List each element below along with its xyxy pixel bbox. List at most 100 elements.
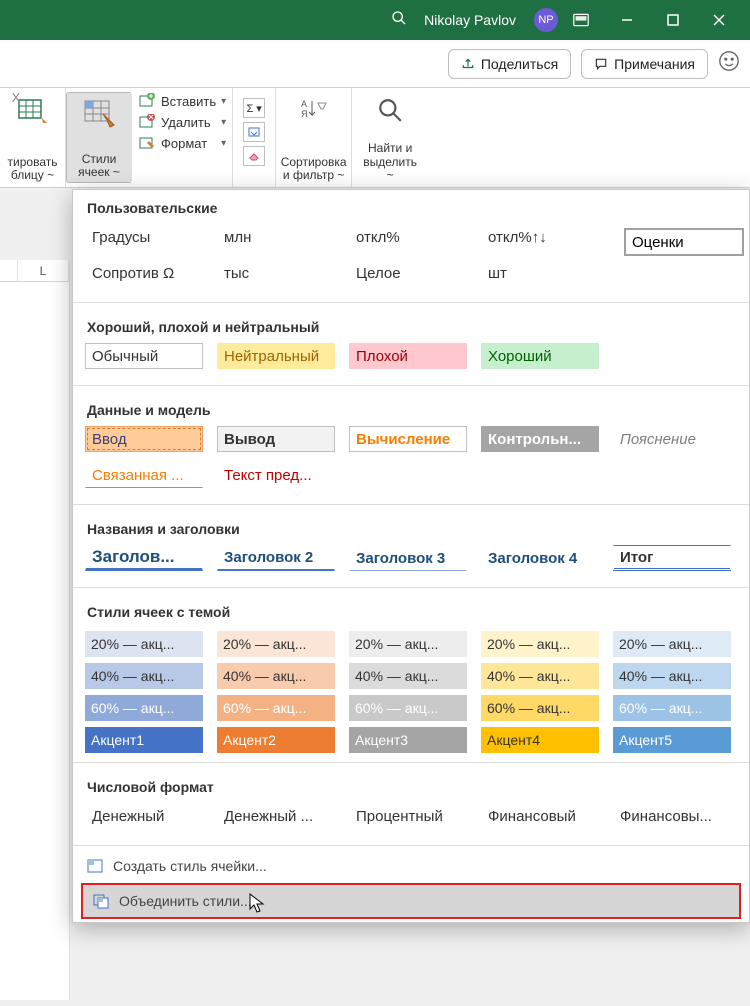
sheet-column-area: L [0, 260, 70, 1000]
style-item[interactable]: тыс [217, 260, 335, 286]
title-bar: Nikolay Pavlov NP [0, 0, 750, 40]
fill-button[interactable] [243, 122, 265, 142]
merge-styles-action[interactable]: Объединить стили... [81, 883, 741, 919]
format-table-label: тировать блицу ~ [8, 156, 58, 182]
delete-label: Удалить [161, 115, 211, 130]
style-item[interactable]: Сопротив Ω [85, 260, 203, 286]
style-themed-item[interactable]: 40% — акц... [349, 663, 467, 689]
style-item[interactable]: Целое [349, 260, 467, 286]
ribbon-display-icon[interactable] [558, 0, 604, 40]
cell-styles-button[interactable]: Стили ячеек ~ [66, 92, 132, 183]
style-preview-ocenki[interactable]: Оценки [624, 228, 744, 256]
feedback-icon[interactable] [718, 50, 740, 78]
style-themed-item[interactable]: 20% — акц... [613, 631, 731, 657]
style-currency[interactable]: Денежный [85, 803, 203, 829]
style-heading1[interactable]: Заголов... [85, 545, 203, 571]
minimize-icon[interactable] [604, 0, 650, 40]
style-themed-item[interactable]: 40% — акц... [217, 663, 335, 689]
sort-filter-button[interactable]: АЯ Сортировка и фильтр ~ [276, 88, 352, 187]
create-style-label: Создать стиль ячейки... [113, 858, 267, 874]
style-item[interactable]: Градусы [85, 224, 203, 250]
column-header-L[interactable]: L [18, 260, 69, 281]
user-avatar[interactable]: NP [534, 8, 558, 32]
style-currency0[interactable]: Денежный ... [217, 803, 335, 829]
style-calculation[interactable]: Вычисление [349, 426, 467, 452]
style-good[interactable]: Хороший [481, 343, 599, 369]
style-themed-item[interactable]: 40% — акц... [481, 663, 599, 689]
style-themed-item[interactable]: 20% — акц... [85, 631, 203, 657]
section-themed: Стили ячеек с темой [73, 594, 749, 628]
section-gbn: Хороший, плохой и нейтральный [73, 309, 749, 343]
maximize-icon[interactable] [650, 0, 696, 40]
new-style-icon [87, 858, 105, 874]
chevron-down-icon: ▾ [221, 96, 226, 107]
style-item[interactable]: откл%↑↓ [481, 224, 599, 250]
style-output[interactable]: Вывод [217, 426, 335, 452]
share-button[interactable]: Поделиться [448, 49, 571, 79]
delete-cells-button[interactable]: Удалить ▾ [138, 113, 226, 131]
ribbon: тировать блицу ~ Стили ячеек ~ Вставить▾… [0, 88, 750, 188]
cancel-edit-icon[interactable]: X [6, 90, 26, 105]
svg-text:А: А [301, 99, 307, 109]
style-heading4[interactable]: Заголовок 4 [481, 545, 599, 571]
section-custom: Пользовательские [73, 190, 749, 224]
cell-styles-label: Стили ячеек ~ [78, 153, 120, 179]
format-label: Формат [161, 136, 207, 151]
close-icon[interactable] [696, 0, 742, 40]
style-themed-item[interactable]: 60% — акц... [349, 695, 467, 721]
comments-button[interactable]: Примечания [581, 49, 708, 79]
insert-cells-button[interactable]: Вставить▾ [138, 92, 226, 110]
style-item[interactable]: откл% [349, 224, 467, 250]
style-themed-item[interactable]: 60% — акц... [217, 695, 335, 721]
search-icon[interactable] [386, 10, 412, 31]
create-style-action[interactable]: Создать стиль ячейки... [73, 852, 749, 880]
style-input[interactable]: Ввод [85, 426, 203, 452]
formula-bar: X [0, 40, 24, 60]
style-themed-item[interactable]: Акцент3 [349, 727, 467, 753]
style-themed-item[interactable]: 40% — акц... [613, 663, 731, 689]
style-themed-item[interactable]: Акцент1 [85, 727, 203, 753]
find-select-label: Найти и выделить ~ [360, 142, 420, 182]
style-themed-item[interactable]: Акцент4 [481, 727, 599, 753]
format-cells-button[interactable]: Формат▾ [138, 134, 226, 152]
style-themed-item[interactable]: Акцент2 [217, 727, 335, 753]
style-explanation[interactable]: Пояснение [613, 426, 731, 452]
sort-filter-icon: АЯ [297, 93, 331, 127]
style-heading2[interactable]: Заголовок 2 [217, 545, 335, 571]
clear-button[interactable] [243, 146, 265, 166]
style-themed-item[interactable]: Акцент5 [613, 727, 731, 753]
style-heading3[interactable]: Заголовок 3 [349, 545, 467, 571]
style-warning[interactable]: Текст пред... [217, 462, 335, 488]
merge-styles-label: Объединить стили... [119, 893, 252, 909]
comments-label: Примечания [614, 56, 695, 72]
style-themed-item[interactable]: 60% — акц... [613, 695, 731, 721]
style-percent[interactable]: Процентный [349, 803, 467, 829]
chevron-down-icon: ▾ [221, 117, 226, 128]
cell-styles-icon [82, 96, 116, 130]
style-themed-item[interactable]: 20% — акц... [217, 631, 335, 657]
style-neutral[interactable]: Нейтральный [217, 343, 335, 369]
style-bad[interactable]: Плохой [349, 343, 467, 369]
style-linked[interactable]: Связанная ... [85, 462, 203, 488]
user-name[interactable]: Nikolay Pavlov [424, 12, 516, 28]
section-data: Данные и модель [73, 392, 749, 426]
style-check[interactable]: Контрольн... [481, 426, 599, 452]
style-themed-item[interactable]: 60% — акц... [481, 695, 599, 721]
style-themed-item[interactable]: 60% — акц... [85, 695, 203, 721]
cursor-icon [249, 893, 267, 915]
style-themed-item[interactable]: 20% — акц... [481, 631, 599, 657]
svg-text:Я: Я [301, 109, 308, 119]
autosum-button[interactable]: Σ ▾ [243, 98, 265, 118]
find-select-button[interactable]: Найти и выделить ~ [352, 88, 428, 187]
style-total[interactable]: Итог [613, 545, 731, 571]
merge-styles-icon [93, 893, 111, 909]
style-normal[interactable]: Обычный [85, 343, 203, 369]
share-label: Поделиться [481, 56, 558, 72]
style-financial[interactable]: Финансовый [481, 803, 599, 829]
sort-filter-label: Сортировка и фильтр ~ [281, 156, 347, 182]
style-themed-item[interactable]: 20% — акц... [349, 631, 467, 657]
style-themed-item[interactable]: 40% — акц... [85, 663, 203, 689]
style-item[interactable]: шт [481, 260, 599, 286]
style-financial0[interactable]: Финансовы... [613, 803, 731, 829]
style-item[interactable]: млн [217, 224, 335, 250]
